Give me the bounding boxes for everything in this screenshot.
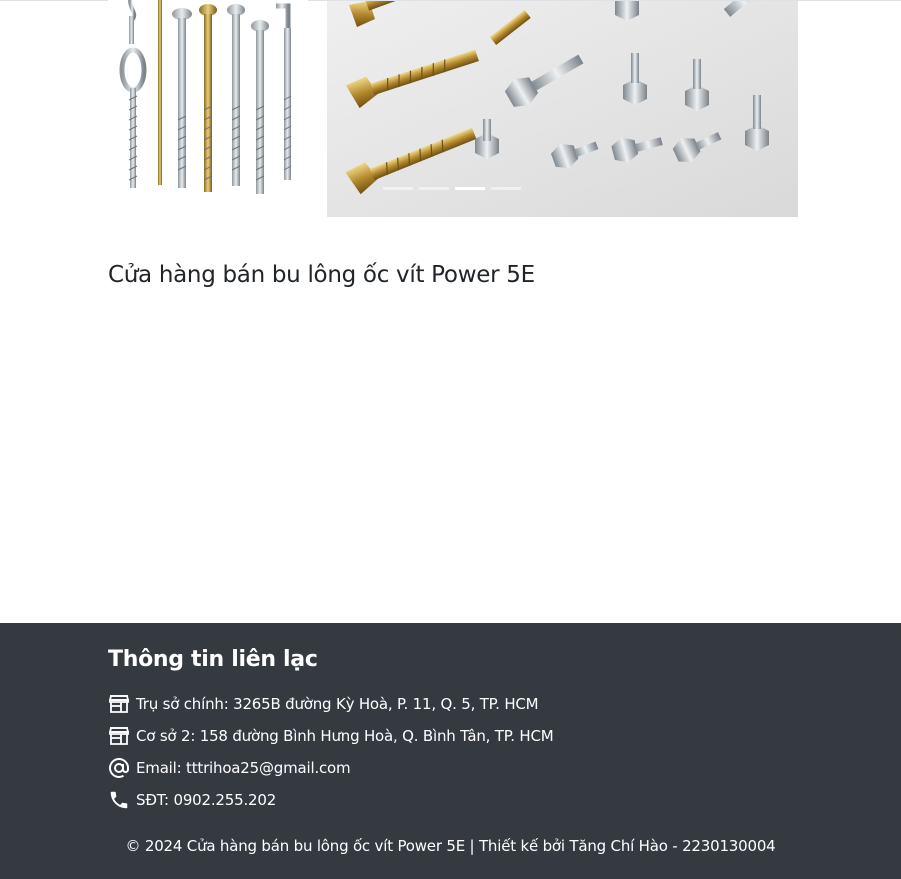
product-carousel[interactable] (327, 1, 798, 217)
contact-text: Trụ sở chính: 3265B đường Kỳ Hoà, P. 11,… (136, 695, 539, 713)
carousel-indicator-1[interactable] (383, 187, 413, 190)
product-image-screws-hooks (108, 0, 308, 200)
page-title: Cửa hàng bán bu lông ốc vít Power 5E (108, 262, 535, 288)
footer-heading: Thông tin liên lạc (108, 647, 318, 672)
carousel-indicator-4[interactable] (491, 187, 521, 190)
copyright-text: © 2024 Cửa hàng bán bu lông ốc vít Power… (125, 837, 776, 855)
contact-head-office: Trụ sở chính: 3265B đường Kỳ Hoà, P. 11,… (108, 692, 539, 716)
contact-phone: SĐT: 0902.255.202 (108, 788, 276, 812)
store-icon (108, 725, 130, 747)
contact-branch-2: Cơ sở 2: 158 đường Bình Hưng Hoà, Q. Bìn… (108, 724, 554, 748)
carousel-indicator-3[interactable] (455, 187, 485, 190)
phone-icon (108, 789, 130, 811)
carousel-slide-image (327, 1, 798, 217)
carousel-indicators (383, 187, 521, 190)
contact-text: SĐT: 0902.255.202 (136, 791, 277, 809)
contact-email: Email: tttrihoa25@gmail.com (108, 756, 351, 780)
contact-text: Cơ sở 2: 158 đường Bình Hưng Hoà, Q. Bìn… (136, 727, 554, 745)
store-icon (108, 693, 130, 715)
carousel-indicator-2[interactable] (419, 187, 449, 190)
footer: Thông tin liên lạc Trụ sở chính: 3265B đ… (0, 623, 901, 879)
at-sign-icon (108, 757, 130, 779)
contact-text[interactable]: Email: tttrihoa25@gmail.com (136, 759, 351, 777)
